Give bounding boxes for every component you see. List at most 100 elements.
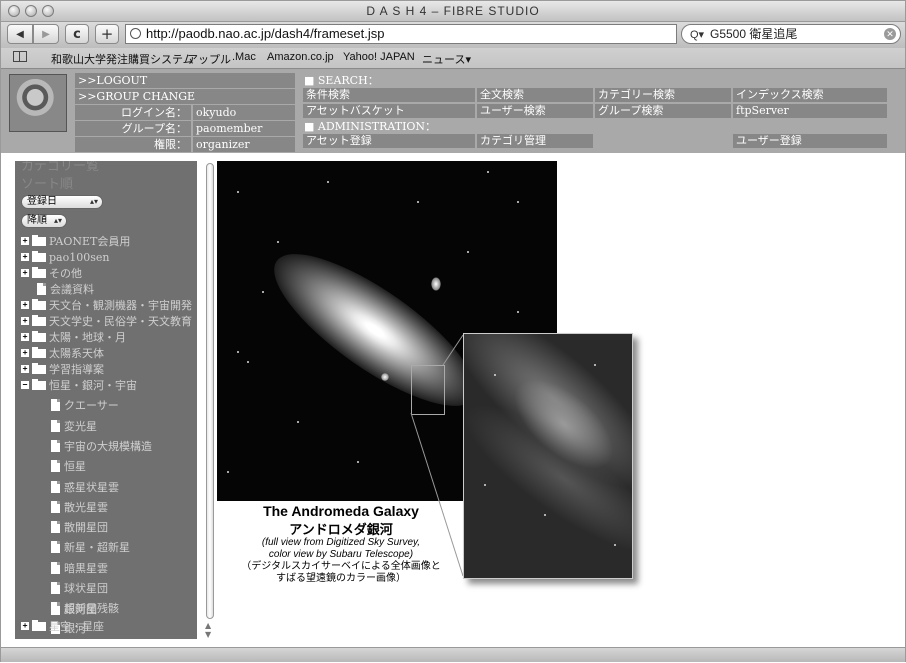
tree-document[interactable]: 惑星状星雲 bbox=[51, 479, 119, 495]
bookmark-item[interactable]: Yahoo! JAPAN bbox=[343, 51, 415, 63]
sort-field-select[interactable]: 登録日 ▴▾ bbox=[21, 195, 103, 209]
expand-icon[interactable]: + bbox=[21, 253, 29, 261]
expand-icon[interactable]: + bbox=[21, 365, 29, 373]
sidebar-scrollbar[interactable]: ▲ ▼ bbox=[203, 161, 217, 639]
folder-icon bbox=[32, 298, 46, 310]
address-bar[interactable]: http://paodb.nao.ac.jp/dash4/frameset.js… bbox=[125, 24, 677, 44]
star bbox=[484, 484, 486, 486]
menu-asset-register[interactable]: アセット登録 bbox=[303, 134, 475, 148]
star bbox=[297, 421, 299, 423]
tree-document[interactable]: 銀河団 bbox=[51, 601, 97, 617]
tree-folder[interactable]: + 太陽系天体 bbox=[21, 345, 104, 361]
tree-folder[interactable]: + PAONET会員用 bbox=[21, 233, 130, 249]
reload-button[interactable]: c bbox=[65, 24, 89, 44]
tree-document[interactable]: クエーサー bbox=[51, 397, 119, 413]
tree-folder[interactable]: + 天文台・観測機器・宇宙開発 bbox=[21, 297, 192, 313]
tree-label: 太陽・地球・月 bbox=[49, 331, 126, 344]
caption-credit-line: すばる望遠鏡のカラー画像） bbox=[276, 573, 406, 584]
expand-icon[interactable]: + bbox=[21, 317, 29, 325]
back-button[interactable]: ◀ bbox=[7, 24, 33, 44]
tree-folder[interactable]: + 学習指導案 bbox=[21, 361, 104, 377]
star bbox=[417, 201, 419, 203]
menu-index-search[interactable]: インデックス検索 bbox=[733, 88, 887, 102]
star bbox=[487, 171, 489, 173]
tree-folder[interactable]: + その他 bbox=[21, 265, 82, 281]
expand-icon[interactable]: + bbox=[21, 333, 29, 341]
menu-fulltext-search[interactable]: 全文検索 bbox=[477, 88, 593, 102]
caption-credit-en: (full view from Digitized Sky Survey, co… bbox=[221, 537, 461, 561]
menu-group-search[interactable]: グループ検索 bbox=[595, 104, 731, 118]
expand-icon[interactable]: + bbox=[21, 349, 29, 357]
url-text: http://paodb.nao.ac.jp/dash4/frameset.js… bbox=[146, 26, 385, 41]
menu-user-search[interactable]: ユーザー検索 bbox=[477, 104, 593, 118]
menu-user-register[interactable]: ユーザー登録 bbox=[733, 134, 887, 148]
tree-folder[interactable]: + 天文学史・民俗学・天文教育 bbox=[21, 313, 192, 329]
document-icon bbox=[51, 460, 60, 472]
group-change-link[interactable]: >>GROUP CHANGE bbox=[75, 89, 295, 104]
menu-condition-search[interactable]: 条件検索 bbox=[303, 88, 475, 102]
tree-document[interactable]: 散開星団 bbox=[51, 519, 108, 535]
expand-icon[interactable]: + bbox=[21, 237, 29, 245]
group-value: paomember bbox=[193, 121, 295, 136]
bookmark-item[interactable]: Amazon.co.jp bbox=[267, 51, 334, 63]
sort-order-select[interactable]: 降順 ▴▾ bbox=[21, 214, 67, 228]
collapse-icon[interactable]: − bbox=[21, 381, 29, 389]
expand-icon[interactable]: + bbox=[21, 269, 29, 277]
forward-button[interactable]: ▶ bbox=[33, 24, 59, 44]
tree-folder[interactable]: + 太陽・地球・月 bbox=[21, 329, 126, 345]
tree-folder-open[interactable]: − 恒星・銀河・宇宙 bbox=[21, 377, 137, 393]
tree-label: その他 bbox=[49, 267, 82, 280]
tree-document[interactable]: 宇宙の大規模構造 bbox=[51, 438, 152, 454]
tree-document[interactable]: 暗黒星雲 bbox=[51, 560, 108, 576]
tree-label: 恒星 bbox=[64, 460, 86, 473]
document-icon bbox=[37, 283, 46, 295]
scroll-up-arrow-icon[interactable]: ▲ bbox=[205, 621, 211, 630]
google-search-field[interactable]: Q▾ G5500 衛星追尾 ✕ bbox=[681, 24, 901, 44]
browser-window: D A S H 4 – FIBRE STUDIO ◀ ▶ c + http://… bbox=[0, 0, 906, 662]
expand-icon[interactable]: + bbox=[21, 622, 29, 630]
tree-document[interactable]: 恒星 bbox=[51, 458, 86, 474]
star bbox=[614, 544, 616, 546]
satellite-galaxy bbox=[381, 373, 389, 381]
bookmark-item[interactable]: .Mac bbox=[232, 51, 256, 63]
scrollbar-thumb[interactable] bbox=[206, 163, 214, 619]
bookmark-item[interactable]: ニュース▾ bbox=[422, 51, 471, 67]
logout-link[interactable]: >>LOGOUT bbox=[75, 73, 295, 88]
tree-folder[interactable]: + pao100sen bbox=[21, 249, 109, 265]
sort-order-heading: ソート順 bbox=[21, 177, 74, 192]
bookmarks-book-icon[interactable] bbox=[13, 51, 27, 62]
login-label: ログイン名： bbox=[75, 105, 191, 120]
document-icon bbox=[51, 501, 60, 513]
clear-search-icon[interactable]: ✕ bbox=[884, 28, 896, 40]
subaru-closeup-image bbox=[463, 333, 633, 579]
updown-arrow-icon: ▴▾ bbox=[89, 197, 98, 206]
bookmark-item[interactable]: アップル bbox=[187, 51, 231, 67]
menu-category-manage[interactable]: カテゴリ管理 bbox=[477, 134, 593, 148]
add-bookmark-button[interactable]: + bbox=[95, 24, 119, 44]
menu-category-search[interactable]: カテゴリー検索 bbox=[595, 88, 731, 102]
star bbox=[357, 461, 359, 463]
sort-order-value: 降順 bbox=[27, 215, 47, 226]
bookmark-item[interactable]: 和歌山大学発注購買システム bbox=[51, 51, 194, 67]
tree-label: 散光星雲 bbox=[64, 501, 108, 514]
globe-icon bbox=[130, 28, 141, 39]
document-icon bbox=[51, 562, 60, 574]
tree-document[interactable]: 球状星団 bbox=[51, 580, 108, 596]
role-value: organizer bbox=[193, 137, 295, 152]
tree-folder[interactable]: + 星空・星座 bbox=[21, 618, 104, 634]
expand-icon[interactable]: + bbox=[21, 301, 29, 309]
star bbox=[247, 361, 249, 363]
star bbox=[494, 374, 496, 376]
scroll-down-arrow-icon[interactable]: ▼ bbox=[205, 630, 211, 639]
menu-ftp-server[interactable]: ftpServer bbox=[733, 104, 887, 118]
tree-document[interactable]: 新星・超新星 bbox=[51, 539, 130, 555]
tree-document[interactable]: 変光星 bbox=[51, 418, 97, 434]
tree-document[interactable]: 会議資料 bbox=[37, 281, 94, 297]
caption-credit-line: （デジタルスカイサーベイによる全体画像と bbox=[241, 561, 441, 572]
login-value: okyudo bbox=[193, 105, 295, 120]
star bbox=[227, 471, 229, 473]
menu-asset-basket[interactable]: アセットバスケット bbox=[303, 104, 475, 118]
updown-arrow-icon: ▴▾ bbox=[53, 216, 62, 225]
tree-document[interactable]: 散光星雲 bbox=[51, 499, 108, 515]
folder-icon bbox=[32, 346, 46, 358]
